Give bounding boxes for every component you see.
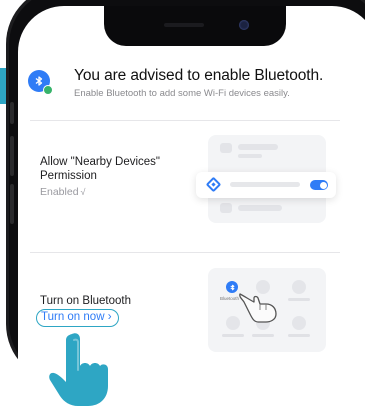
speaker-grille [164,23,204,27]
turn-on-now-label: Turn on now [41,311,105,323]
ghost-device-icon [292,280,306,294]
phone-side-button [10,102,14,124]
tutorial-screenshot: You are advised to enable Bluetooth. Ena… [0,0,365,408]
ghost-label [222,334,244,337]
check-mark-icon: √ [80,187,86,197]
banner-title: You are advised to enable Bluetooth. [74,67,324,84]
chevron-right-icon: › [107,311,112,323]
ghost-label [288,298,310,301]
bluetooth-advice-banner: You are advised to enable Bluetooth. Ena… [24,64,354,108]
tap-hand-icon [239,293,277,323]
ghost-label [252,334,274,337]
ghost-icon [220,143,232,153]
ghost-line [238,154,262,158]
divider [30,120,340,121]
permission-status-label: Enabled [40,186,79,198]
phone-volume-up [10,136,14,176]
permission-toggle[interactable] [310,180,328,190]
phone-notch [104,6,286,46]
divider [30,252,340,253]
nearby-devices-permission-title: Allow "Nearby Devices" Permission [40,156,161,182]
check-badge-icon [43,85,53,95]
pointing-hand-icon [49,333,108,406]
permission-setting-card [196,172,336,198]
turn-on-bluetooth-title: Turn on Bluetooth [40,295,131,307]
banner-subtitle: Enable Bluetooth to add some Wi-Fi devic… [74,88,290,99]
permission-status: Enabled √ [40,186,86,198]
phone-volume-down [10,184,14,224]
setting-label-placeholder [230,182,300,187]
ghost-line [238,205,282,211]
ghost-label [288,334,310,337]
camera-icon [239,20,249,30]
ghost-device-icon [292,316,306,330]
ghost-line [238,144,278,150]
ghost-icon [220,203,232,213]
turn-on-now-link[interactable]: Turn on now › [36,309,119,327]
nearby-devices-icon [205,176,222,193]
